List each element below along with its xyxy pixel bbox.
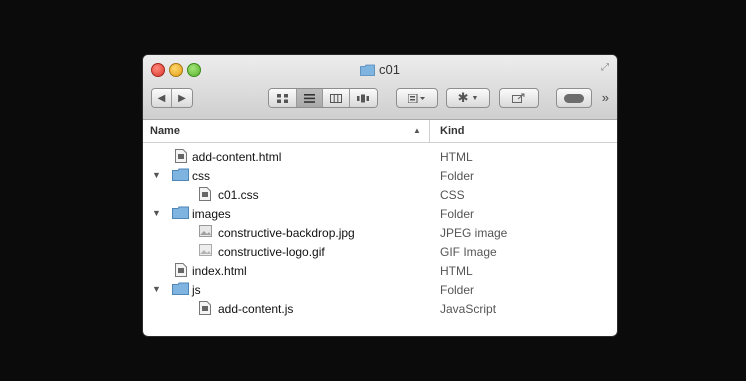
chevron-down-icon: ▼	[471, 94, 479, 102]
folder-name: images	[192, 207, 231, 221]
gear-icon: ✱	[457, 90, 469, 105]
forward-button[interactable]: ▶	[172, 89, 192, 107]
toolbar-overflow-button[interactable]: »	[602, 90, 609, 105]
view-mode-control	[268, 88, 378, 108]
disclosure-triangle[interactable]: ▼	[152, 284, 161, 294]
file-kind: JPEG image	[440, 226, 508, 240]
share-button[interactable]	[499, 88, 539, 108]
folder-icon	[172, 168, 189, 184]
list-item[interactable]: add-content.js JavaScript	[143, 299, 617, 319]
column-header: Name ▲ Kind	[143, 120, 617, 143]
list-item[interactable]: add-content.html HTML	[143, 147, 617, 167]
list-item[interactable]: c01.css CSS	[143, 185, 617, 205]
list-item[interactable]: ▼ images Folder	[143, 204, 617, 224]
list-item[interactable]: index.html HTML	[143, 261, 617, 281]
jpeg-file-icon	[199, 225, 212, 240]
titlebar: c01 ⤢ ◀ ▶ ✱ ▼ »	[143, 55, 617, 120]
file-kind: HTML	[440, 264, 473, 278]
kind-column-header[interactable]: Kind	[440, 125, 464, 137]
column-view-icon	[329, 93, 342, 103]
fullscreen-icon[interactable]: ⤢	[601, 62, 609, 73]
list-view-icon	[303, 93, 315, 103]
share-icon	[512, 93, 525, 103]
cover-flow-button[interactable]	[349, 89, 377, 107]
toggle-icon	[564, 93, 584, 103]
file-kind: JavaScript	[440, 302, 497, 316]
window-title: c01	[143, 62, 617, 79]
list-item[interactable]: constructive-backdrop.jpg JPEG image	[143, 223, 617, 243]
gif-file-icon	[199, 244, 212, 259]
list-view-button[interactable]	[296, 89, 324, 107]
finder-window: c01 ⤢ ◀ ▶ ✱ ▼ » Name ▲ Kind add-content.…	[143, 55, 617, 336]
html-file-icon	[175, 263, 187, 280]
arrange-icon	[408, 93, 425, 103]
html-file-icon	[175, 149, 187, 166]
file-kind: Folder	[440, 207, 475, 221]
file-name: add-content.html	[192, 150, 282, 164]
file-kind: CSS	[440, 188, 465, 202]
file-kind: HTML	[440, 150, 473, 164]
name-column-header[interactable]: Name	[150, 125, 180, 137]
tags-button[interactable]	[556, 88, 592, 108]
list-item[interactable]: constructive-logo.gif GIF Image	[143, 242, 617, 262]
list-item[interactable]: ▼ js Folder	[143, 280, 617, 300]
disclosure-triangle[interactable]: ▼	[152, 170, 161, 180]
icon-view-icon	[276, 93, 288, 103]
folder-name: css	[192, 169, 210, 183]
file-kind: GIF Image	[440, 245, 497, 259]
file-kind: Folder	[440, 283, 475, 297]
action-button[interactable]: ✱ ▼	[446, 88, 490, 108]
arrange-button[interactable]	[396, 88, 438, 108]
file-kind: Folder	[440, 169, 475, 183]
file-name: constructive-logo.gif	[218, 245, 325, 259]
file-name: add-content.js	[218, 302, 294, 316]
column-divider[interactable]	[429, 120, 430, 142]
back-button[interactable]: ◀	[152, 89, 173, 107]
column-view-button[interactable]	[323, 89, 350, 107]
icon-view-button[interactable]	[269, 89, 297, 107]
sort-ascending-icon: ▲	[413, 126, 421, 135]
file-name: constructive-backdrop.jpg	[218, 226, 355, 240]
folder-icon	[172, 206, 189, 222]
css-file-icon	[199, 187, 211, 204]
file-name: c01.css	[218, 188, 259, 202]
disclosure-triangle[interactable]: ▼	[152, 208, 161, 218]
folder-icon	[172, 282, 189, 298]
window-title-text: c01	[379, 62, 400, 77]
list-item[interactable]: ▼ css Folder	[143, 166, 617, 186]
js-file-icon	[199, 301, 211, 318]
back-forward-control: ◀ ▶	[151, 88, 193, 108]
folder-icon	[360, 64, 375, 79]
file-name: index.html	[192, 264, 247, 278]
folder-name: js	[192, 283, 201, 297]
cover-flow-icon	[357, 94, 370, 102]
